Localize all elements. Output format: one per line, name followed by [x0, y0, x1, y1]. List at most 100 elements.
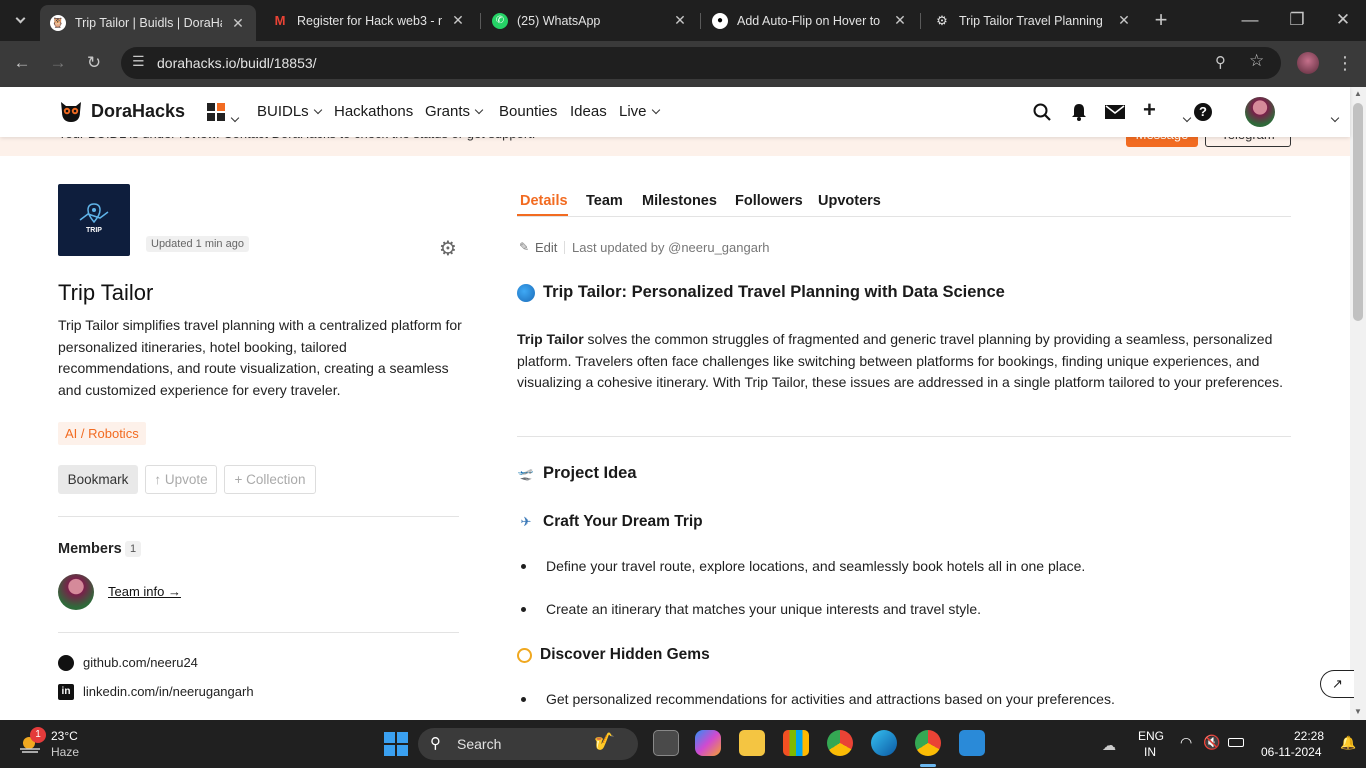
- wifi-icon[interactable]: ◠: [1180, 734, 1192, 751]
- scroll-up-icon[interactable]: ▲: [1354, 89, 1362, 98]
- collection-button[interactable]: + Collection: [224, 465, 316, 494]
- microsoft-store-icon[interactable]: [783, 730, 809, 756]
- tab-followers[interactable]: Followers: [735, 193, 803, 209]
- team-info-link[interactable]: Team info →: [108, 584, 181, 599]
- close-window-icon[interactable]: ✕: [1329, 6, 1357, 34]
- close-tab-icon[interactable]: ✕: [1116, 12, 1132, 29]
- scrollbar-thumb[interactable]: [1353, 103, 1363, 321]
- nav-buidls[interactable]: BUIDLs: [257, 103, 322, 120]
- bookmark-button[interactable]: Bookmark: [58, 465, 138, 494]
- edit-pencil-icon[interactable]: ✎: [519, 240, 529, 254]
- clock-date[interactable]: 06-11-2024: [1261, 745, 1322, 759]
- tab-details[interactable]: Details: [520, 193, 568, 209]
- nav-grants[interactable]: Grants: [425, 103, 484, 120]
- craft-heading: ✈ Craft Your Dream Trip: [517, 513, 703, 531]
- tab-team[interactable]: Team: [586, 193, 623, 209]
- github-link[interactable]: github.com/neeru24: [83, 655, 198, 670]
- user-chevron-down-icon[interactable]: [1331, 113, 1340, 123]
- page-scrollbar[interactable]: ▲ ▼: [1350, 87, 1366, 720]
- back-icon[interactable]: ←: [8, 49, 36, 77]
- active-app-indicator: [920, 764, 936, 767]
- project-description: Trip Tailor simplifies travel planning w…: [58, 317, 462, 399]
- volume-muted-icon[interactable]: 🔇: [1203, 734, 1220, 751]
- chatgpt-favicon-icon: ⚙: [936, 12, 948, 28]
- edge-icon[interactable]: [871, 730, 897, 756]
- category-tag[interactable]: AI / Robotics: [58, 422, 146, 445]
- browser-tab-4[interactable]: ● Add Auto-Flip on Hover to C ✕: [702, 6, 918, 35]
- project-logo: TRIP: [58, 184, 130, 256]
- vscode-icon[interactable]: [959, 730, 985, 756]
- notification-icon[interactable]: 🔔: [1340, 735, 1356, 751]
- apps-chevron-down-icon[interactable]: [230, 113, 240, 123]
- scroll-down-icon[interactable]: ▼: [1354, 707, 1362, 716]
- notification-bell-icon[interactable]: [1071, 103, 1087, 126]
- browser-tab-3[interactable]: ✆ (25) WhatsApp ✕: [482, 6, 698, 35]
- taskbar-search-label: Search: [457, 736, 502, 752]
- language-bottom[interactable]: IN: [1144, 745, 1156, 759]
- restore-icon[interactable]: ❐: [1283, 6, 1311, 34]
- close-tab-icon[interactable]: ✕: [892, 12, 908, 29]
- close-tab-icon[interactable]: ✕: [450, 12, 466, 29]
- reload-icon[interactable]: ↻: [80, 49, 108, 77]
- search-icon: ⚲: [430, 735, 441, 752]
- profile-avatar-icon[interactable]: [1297, 52, 1319, 74]
- nav-live[interactable]: Live: [619, 103, 660, 120]
- windows-start-icon[interactable]: [384, 732, 408, 756]
- search-icon[interactable]: [1033, 103, 1051, 126]
- create-chevron-down-icon[interactable]: [1183, 113, 1192, 123]
- taskbar-search-box[interactable]: ⚲ Search 🎷: [418, 728, 638, 760]
- dorahacks-logo-icon[interactable]: [58, 98, 84, 124]
- language-top[interactable]: ENG: [1138, 729, 1164, 743]
- tab-title: Trip Tailor | Buidls | DoraHacks: [75, 16, 222, 30]
- airplane-departure-icon: 🛫: [517, 465, 535, 481]
- chrome-icon[interactable]: [827, 730, 853, 756]
- project-logo-text: TRIP: [86, 227, 102, 234]
- browser-menu-icon[interactable]: ⋮: [1331, 49, 1359, 77]
- tabs-divider: [517, 216, 1291, 217]
- zoom-icon[interactable]: ⚲: [1215, 53, 1226, 71]
- upvote-button[interactable]: ↑ Upvote: [145, 465, 217, 494]
- tab-upvoters[interactable]: Upvoters: [818, 193, 881, 209]
- nav-bounties[interactable]: Bounties: [499, 103, 557, 120]
- settings-gear-icon[interactable]: ⚙: [439, 236, 457, 261]
- apps-grid-icon[interactable]: [207, 103, 225, 121]
- battery-icon[interactable]: [1228, 738, 1244, 747]
- new-tab-icon[interactable]: +: [1147, 6, 1175, 34]
- mail-icon[interactable]: [1105, 105, 1125, 124]
- address-bar[interactable]: ☰ dorahacks.io/buidl/18853/ ⚲ ☆: [121, 47, 1281, 79]
- forward-icon[interactable]: →: [44, 49, 72, 77]
- task-view-icon[interactable]: [653, 730, 679, 756]
- tab-title: Trip Tailor Travel Planning: [959, 13, 1103, 28]
- gmail-favicon-icon: M: [274, 13, 286, 28]
- tab-milestones[interactable]: Milestones: [642, 193, 717, 209]
- browser-tab-strip: 🦉 Trip Tailor | Buidls | DoraHacks ✕ M R…: [0, 0, 1366, 41]
- create-plus-icon[interactable]: +: [1143, 97, 1156, 123]
- nav-ideas[interactable]: Ideas: [570, 103, 607, 120]
- copilot-icon[interactable]: [695, 730, 721, 756]
- list-item: Create an itinerary that matches your un…: [521, 601, 981, 617]
- close-tab-icon[interactable]: ✕: [230, 15, 246, 32]
- linkedin-link[interactable]: linkedin.com/in/neerugangarh: [83, 684, 254, 699]
- brand-name[interactable]: DoraHacks: [91, 101, 185, 122]
- edit-link[interactable]: Edit: [535, 240, 557, 255]
- browser-tab-2[interactable]: M Register for Hack web3 - nee ✕: [262, 6, 476, 35]
- search-highlight-icon: 🎷: [594, 732, 616, 751]
- site-info-icon[interactable]: ☰: [132, 53, 145, 70]
- file-explorer-icon[interactable]: [739, 730, 765, 756]
- details-title: Trip Tailor: Personalized Travel Plannin…: [517, 283, 1005, 302]
- onedrive-icon[interactable]: ☁: [1102, 737, 1116, 754]
- chrome-profile-icon[interactable]: [915, 730, 941, 756]
- weather-temp[interactable]: 23°C: [51, 729, 78, 743]
- clock-time[interactable]: 22:28: [1294, 729, 1324, 743]
- browser-tab-1[interactable]: 🦉 Trip Tailor | Buidls | DoraHacks ✕: [40, 5, 256, 41]
- browser-tab-5[interactable]: ⚙ Trip Tailor Travel Planning ✕: [924, 6, 1142, 35]
- nav-hackathons[interactable]: Hackathons: [334, 103, 413, 120]
- user-avatar[interactable]: [1245, 97, 1275, 127]
- minimize-icon[interactable]: —: [1236, 6, 1264, 34]
- tab-search-chevron-icon[interactable]: [6, 6, 34, 34]
- bookmark-star-icon[interactable]: ☆: [1249, 51, 1264, 71]
- close-tab-icon[interactable]: ✕: [672, 12, 688, 29]
- share-floating-button[interactable]: ↗: [1320, 670, 1354, 698]
- help-icon[interactable]: ?: [1194, 103, 1212, 121]
- member-avatar[interactable]: [58, 574, 94, 610]
